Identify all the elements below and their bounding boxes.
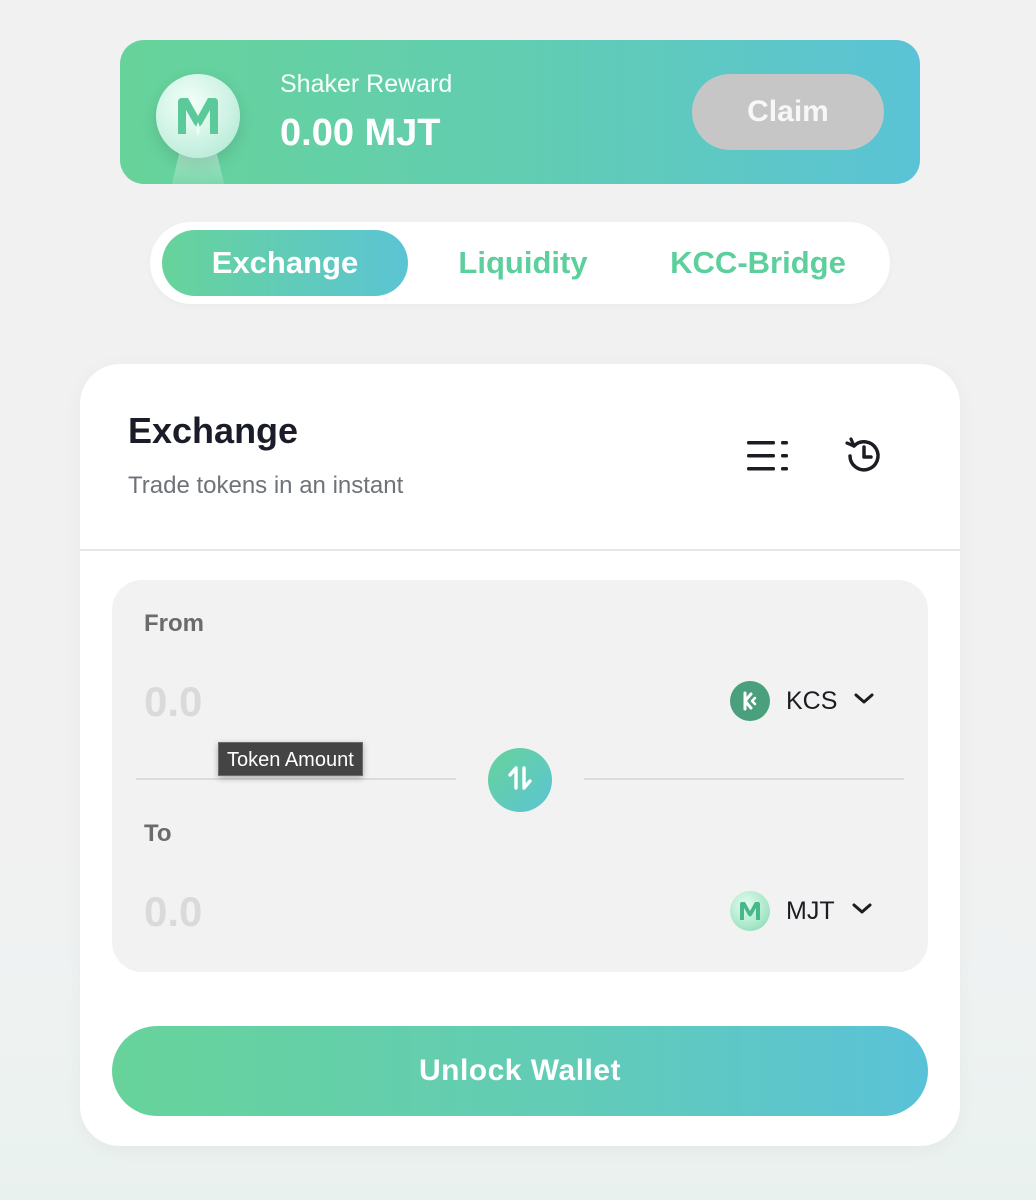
tab-liquidity[interactable]: Liquidity bbox=[426, 230, 620, 296]
tab-kcc-bridge[interactable]: KCC-Bridge bbox=[650, 230, 866, 296]
divider-right bbox=[584, 778, 904, 780]
card-divider bbox=[80, 549, 960, 551]
mjt-token-icon bbox=[730, 891, 770, 931]
swap-direction-button[interactable] bbox=[488, 748, 552, 812]
mjt-logo-icon bbox=[156, 74, 240, 158]
chevron-down-icon bbox=[851, 902, 873, 921]
card-subtitle: Trade tokens in an instant bbox=[128, 472, 404, 499]
history-icon[interactable] bbox=[836, 428, 892, 484]
card-title: Exchange bbox=[128, 410, 299, 451]
from-amount-input[interactable] bbox=[144, 674, 444, 730]
from-token-name: KCS bbox=[786, 686, 838, 715]
kcs-token-icon bbox=[730, 681, 770, 721]
swap-panel: From KCS Tok bbox=[112, 580, 928, 972]
unlock-wallet-button[interactable]: Unlock Wallet bbox=[112, 1026, 928, 1116]
shaker-reward-banner: Shaker Reward 0.00 MJT Claim bbox=[120, 40, 920, 184]
divider-left bbox=[136, 778, 456, 780]
tab-exchange[interactable]: Exchange bbox=[162, 230, 408, 296]
settings-list-icon[interactable] bbox=[740, 428, 796, 484]
to-token-name: MJT bbox=[786, 896, 835, 925]
exchange-card: Exchange Trade tokens in an instant From bbox=[80, 364, 960, 1146]
reward-amount: 0.00 MJT bbox=[280, 112, 441, 154]
main-tabs: Exchange Liquidity KCC-Bridge bbox=[150, 222, 890, 304]
swap-arrows-icon bbox=[505, 763, 535, 798]
token-amount-tooltip: Token Amount bbox=[218, 742, 363, 776]
claim-button[interactable]: Claim bbox=[692, 74, 884, 150]
from-label: From bbox=[144, 610, 204, 637]
reward-title: Shaker Reward bbox=[280, 70, 453, 98]
to-token-selector[interactable]: MJT bbox=[730, 886, 873, 936]
from-token-selector[interactable]: KCS bbox=[730, 676, 875, 726]
to-label: To bbox=[144, 820, 172, 847]
to-amount-input[interactable] bbox=[144, 884, 444, 940]
chevron-down-icon bbox=[853, 692, 875, 711]
